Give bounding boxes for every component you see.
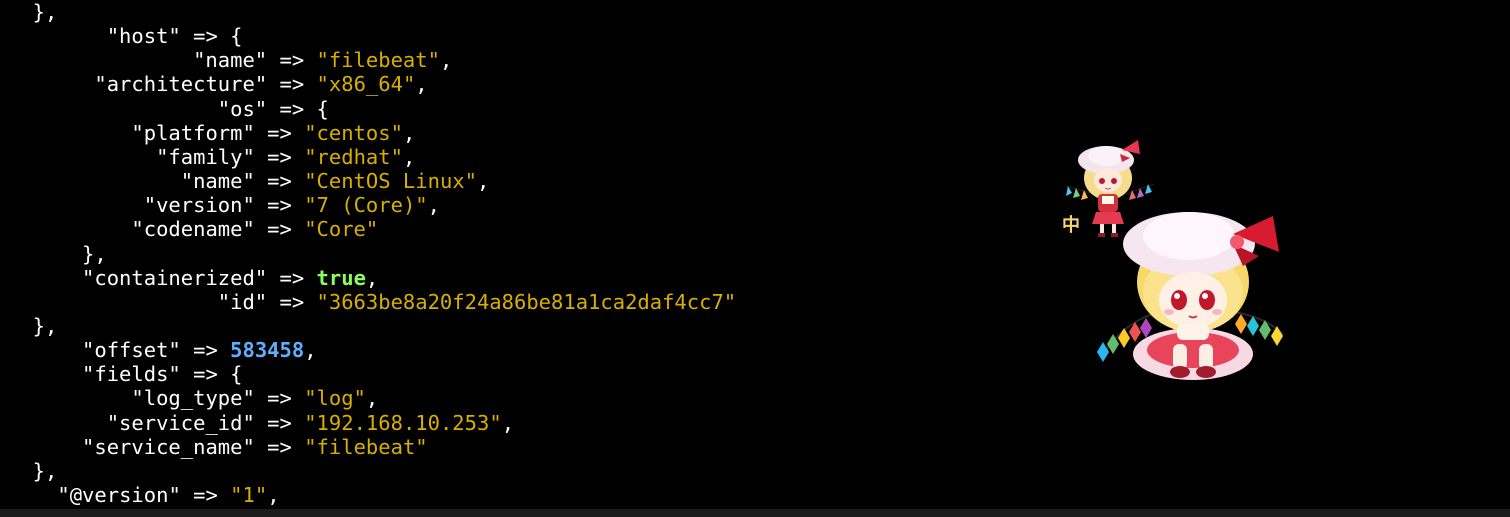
terminal-line: "os" => { (218, 97, 329, 121)
terminal-line: "service_name" => "filebeat" (82, 435, 428, 459)
punctuation: , (476, 169, 490, 194)
field-key: "os" (217, 96, 268, 121)
field-value: "centos" (304, 120, 403, 145)
field-key: "id" (217, 289, 268, 314)
punctuation: => { (180, 362, 243, 387)
terminal-line: "containerized" => true, (82, 266, 378, 290)
field-value: "filebeat" (316, 48, 440, 73)
input-method-badge: 中 (1062, 215, 1080, 236)
punctuation: , (402, 120, 416, 145)
punctuation: }, (32, 0, 58, 24)
field-key: "name" (180, 169, 255, 194)
arrow-operator: => (254, 120, 305, 145)
field-key: "log_type" (131, 386, 255, 411)
arrow-operator: => (254, 144, 305, 169)
arrow-operator: => (254, 193, 305, 218)
field-value: "7 (Core)" (304, 193, 428, 218)
field-key: "service_id" (106, 410, 255, 435)
terminal-line: "architecture" => "x86_64", (94, 72, 427, 96)
arrow-operator: => (267, 289, 317, 314)
arrow-operator: => (267, 265, 317, 290)
arrow-operator: => (254, 217, 305, 242)
field-value: "log" (304, 386, 366, 411)
terminal-line: "host" => { (107, 24, 243, 48)
arrow-operator: => (254, 434, 305, 459)
arrow-operator: => (180, 338, 231, 363)
field-key: "name" (193, 48, 268, 73)
terminal-line: "log_type" => "log", (131, 386, 378, 410)
punctuation: , (415, 72, 428, 97)
punctuation: => { (180, 24, 243, 49)
punctuation: , (439, 48, 453, 73)
field-key: "version" (143, 193, 255, 218)
terminal-line: "service_id" => "192.168.10.253", (107, 411, 514, 435)
field-key: "codename" (131, 217, 255, 242)
punctuation: }, (82, 241, 107, 266)
terminal-line: }, (33, 0, 58, 24)
field-value: "CentOS Linux" (304, 169, 477, 194)
field-key: "@version" (57, 483, 181, 507)
terminal-line: }, (33, 459, 58, 483)
field-value: "filebeat" (304, 434, 428, 459)
punctuation: , (501, 410, 515, 435)
field-value: "x86_64" (316, 72, 416, 97)
chibi-character-large-icon (1093, 204, 1293, 386)
punctuation: , (365, 386, 379, 411)
arrow-operator: => (254, 386, 305, 411)
terminal-line: "codename" => "Core" (131, 217, 378, 241)
punctuation: => { (267, 96, 329, 121)
field-key: "platform" (131, 120, 255, 145)
terminal-line: "name" => "filebeat", (193, 48, 452, 72)
punctuation: , (304, 338, 317, 363)
field-value: 583458 (230, 338, 305, 363)
punctuation: , (427, 193, 440, 218)
terminal-line: }, (33, 314, 58, 338)
field-key: "offset" (82, 338, 181, 363)
arrow-operator: => (254, 169, 305, 194)
terminal-line: "@version" => "1", (57, 483, 279, 507)
terminal-line: "family" => "redhat", (156, 145, 415, 169)
field-key: "host" (106, 24, 181, 49)
terminal-line: "fields" => { (82, 362, 242, 386)
terminal-line: "platform" => "centos", (131, 121, 415, 145)
field-key: "architecture" (94, 72, 268, 97)
terminal-line: "name" => "CentOS Linux", (181, 169, 490, 193)
field-key: "fields" (82, 362, 181, 387)
terminal-line: "version" => "7 (Core)", (144, 193, 440, 217)
field-value: "1" (230, 483, 268, 507)
field-value: "192.168.10.253" (304, 410, 502, 435)
punctuation: }, (32, 458, 58, 483)
punctuation: , (402, 144, 416, 169)
window-bottom-border (0, 509, 1510, 517)
arrow-operator: => (180, 483, 231, 507)
arrow-operator: => (254, 410, 305, 435)
arrow-operator: => (267, 48, 317, 73)
terminal-line: }, (82, 242, 107, 266)
punctuation: }, (32, 313, 58, 338)
field-key: "service_name" (82, 434, 255, 459)
arrow-operator: => (267, 72, 317, 97)
field-value: "3663be8a20f24a86be81a1ca2daf4cc7" (316, 289, 737, 314)
field-key: "containerized" (82, 265, 268, 290)
terminal-line: "offset" => 583458, (82, 338, 317, 362)
punctuation: , (267, 483, 280, 507)
terminal-line: "id" => "3663be8a20f24a86be81a1ca2daf4cc… (218, 290, 736, 314)
punctuation: , (365, 265, 379, 290)
field-value: true (316, 265, 366, 290)
field-value: "redhat" (304, 144, 403, 169)
field-value: "Core" (304, 217, 379, 242)
field-key: "family" (156, 144, 255, 169)
